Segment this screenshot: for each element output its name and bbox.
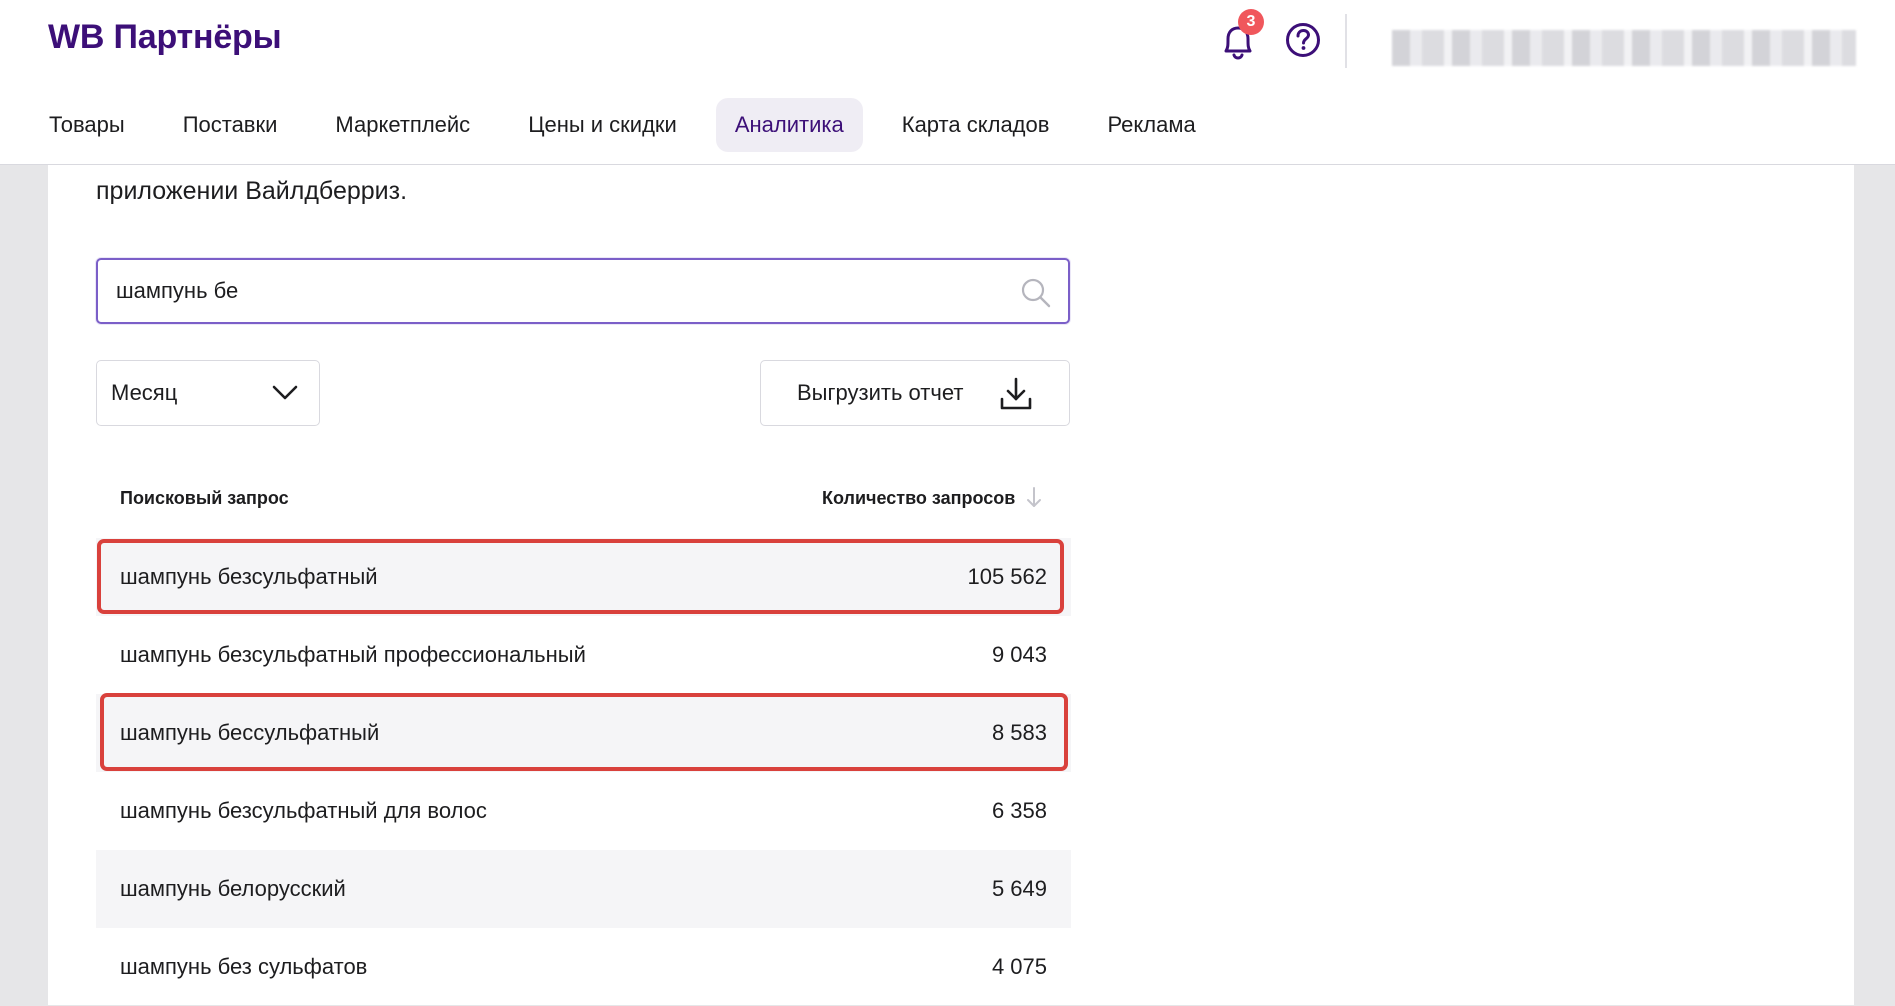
page-description: приложении Вайлдберриз. (96, 177, 408, 205)
chevron-down-icon (272, 385, 298, 400)
nav-item-products[interactable]: Товары (30, 98, 144, 152)
sort-arrow-down-icon[interactable] (1024, 486, 1044, 510)
table-row[interactable]: шампунь без сульфатов 4 075 (96, 928, 1071, 1006)
highlight-box (97, 539, 1064, 614)
column-header-query: Поисковый запрос (120, 488, 289, 508)
main-nav: Товары Поставки Маркетплейс Цены и скидк… (0, 98, 1235, 152)
nav-item-prices[interactable]: Цены и скидки (509, 98, 696, 152)
row-count: 5 649 (991, 876, 1047, 901)
nav-item-analytics[interactable]: Аналитика (715, 98, 863, 152)
download-icon (1000, 377, 1032, 410)
row-count: 6 358 (991, 798, 1047, 823)
period-select-value: Месяц (111, 380, 178, 405)
row-query: шампунь белорусский (120, 876, 346, 901)
top-header: WB Партнёры 3 Товары Поставки Маркетплей… (0, 0, 1895, 165)
logo[interactable]: WB Партнёры (48, 18, 282, 57)
help-icon[interactable] (1284, 21, 1322, 59)
nav-item-warehouse-map[interactable]: Карта складов (883, 98, 1069, 152)
row-count: 4 075 (991, 954, 1047, 979)
table-row[interactable]: шампунь безсульфатный для волос 6 358 (96, 772, 1071, 850)
nav-item-supplies[interactable]: Поставки (164, 98, 297, 152)
column-header-count[interactable]: Количество запросов (822, 488, 1015, 509)
search-input[interactable]: шампунь бе (116, 260, 238, 322)
period-select[interactable]: Месяц (96, 360, 320, 426)
search-field[interactable]: шампунь бе (96, 258, 1070, 324)
highlight-box (100, 693, 1068, 771)
user-account-blurred[interactable] (1392, 30, 1856, 66)
export-report-button[interactable]: Выгрузить отчет (760, 360, 1070, 426)
table-row[interactable]: шампунь безсульфатный профессиональный 9… (96, 616, 1071, 694)
row-query: шампунь без сульфатов (120, 954, 368, 979)
search-icon[interactable] (1020, 277, 1052, 309)
row-query: шампунь безсульфатный для волос (120, 798, 487, 823)
row-query: шампунь безсульфатный профессиональный (120, 642, 586, 667)
notification-badge: 3 (1238, 9, 1264, 35)
nav-item-advertising[interactable]: Реклама (1088, 98, 1214, 152)
row-count: 9 043 (991, 642, 1047, 667)
nav-item-marketplace[interactable]: Маркетплейс (316, 98, 489, 152)
export-report-label: Выгрузить отчет (797, 380, 964, 405)
header-divider (1345, 14, 1347, 68)
table-row[interactable]: шампунь белорусский 5 649 (96, 850, 1071, 928)
